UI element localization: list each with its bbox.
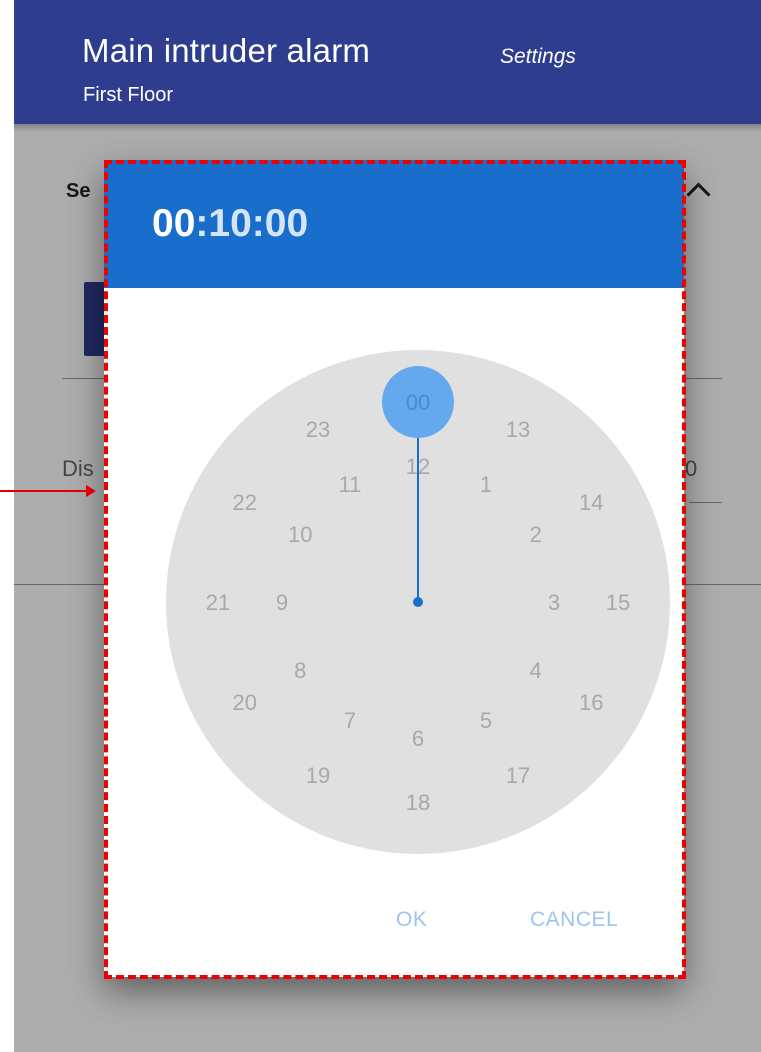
clock-hour-inner[interactable]: 12 bbox=[406, 454, 430, 479]
clock-hour-outer[interactable]: 00 bbox=[406, 390, 430, 415]
clock-hour-inner[interactable]: 1 bbox=[480, 472, 492, 497]
clock-dial[interactable]: 001314151617181920212223121234567891011 bbox=[104, 160, 684, 890]
clock-hour-inner[interactable]: 9 bbox=[276, 590, 288, 615]
clock-hour-inner[interactable]: 10 bbox=[288, 522, 312, 547]
clock-hour-inner[interactable]: 2 bbox=[530, 522, 542, 547]
clock-hour-outer[interactable]: 22 bbox=[233, 490, 257, 515]
page: Main intruder alarm Settings First Floor… bbox=[0, 0, 761, 1052]
app-bar: Main intruder alarm Settings First Floor bbox=[14, 0, 761, 124]
app-bar-shadow bbox=[14, 124, 761, 132]
clock-hour-inner[interactable]: 5 bbox=[480, 708, 492, 733]
clock-hour-outer[interactable]: 14 bbox=[579, 490, 603, 515]
clock-hour-outer[interactable]: 13 bbox=[506, 417, 530, 442]
ok-button[interactable]: OK bbox=[390, 904, 433, 936]
clock-center-dot bbox=[413, 597, 423, 607]
clock-hour-inner[interactable]: 7 bbox=[344, 708, 356, 733]
clock-hour-inner[interactable]: 4 bbox=[530, 658, 542, 683]
cancel-button[interactable]: CANCEL bbox=[524, 904, 624, 936]
clock-hour-outer[interactable]: 15 bbox=[606, 590, 630, 615]
time-picker-dialog: 00:10:00 00 13 14 15 16 17 18 19 20 21 22 23 12 1 2 3 4 5… bbox=[104, 160, 684, 977]
clock-hour-outer[interactable]: 23 bbox=[306, 417, 330, 442]
clock-hour-outer[interactable]: 18 bbox=[406, 790, 430, 815]
clock-hour-inner[interactable]: 8 bbox=[294, 658, 306, 683]
clock-hour-inner[interactable]: 3 bbox=[548, 590, 560, 615]
clock-hour-outer[interactable]: 20 bbox=[233, 690, 257, 715]
arrow-right-icon bbox=[86, 485, 96, 497]
clock-hour-outer[interactable]: 17 bbox=[506, 763, 530, 788]
clock-hour-inner[interactable]: 11 bbox=[339, 472, 362, 497]
app-title: Main intruder alarm bbox=[82, 32, 371, 69]
dialog-actions: OK CANCEL bbox=[104, 890, 684, 950]
annotation-arrow-shaft bbox=[0, 490, 88, 492]
app-location-label: First Floor bbox=[83, 84, 173, 106]
clock-hour-outer[interactable]: 21 bbox=[206, 590, 230, 615]
clock-hour-inner[interactable]: 6 bbox=[412, 726, 424, 751]
app-section-label: Settings bbox=[500, 45, 576, 68]
clock-hour-outer[interactable]: 16 bbox=[579, 690, 603, 715]
clock-hour-outer[interactable]: 19 bbox=[306, 763, 330, 788]
